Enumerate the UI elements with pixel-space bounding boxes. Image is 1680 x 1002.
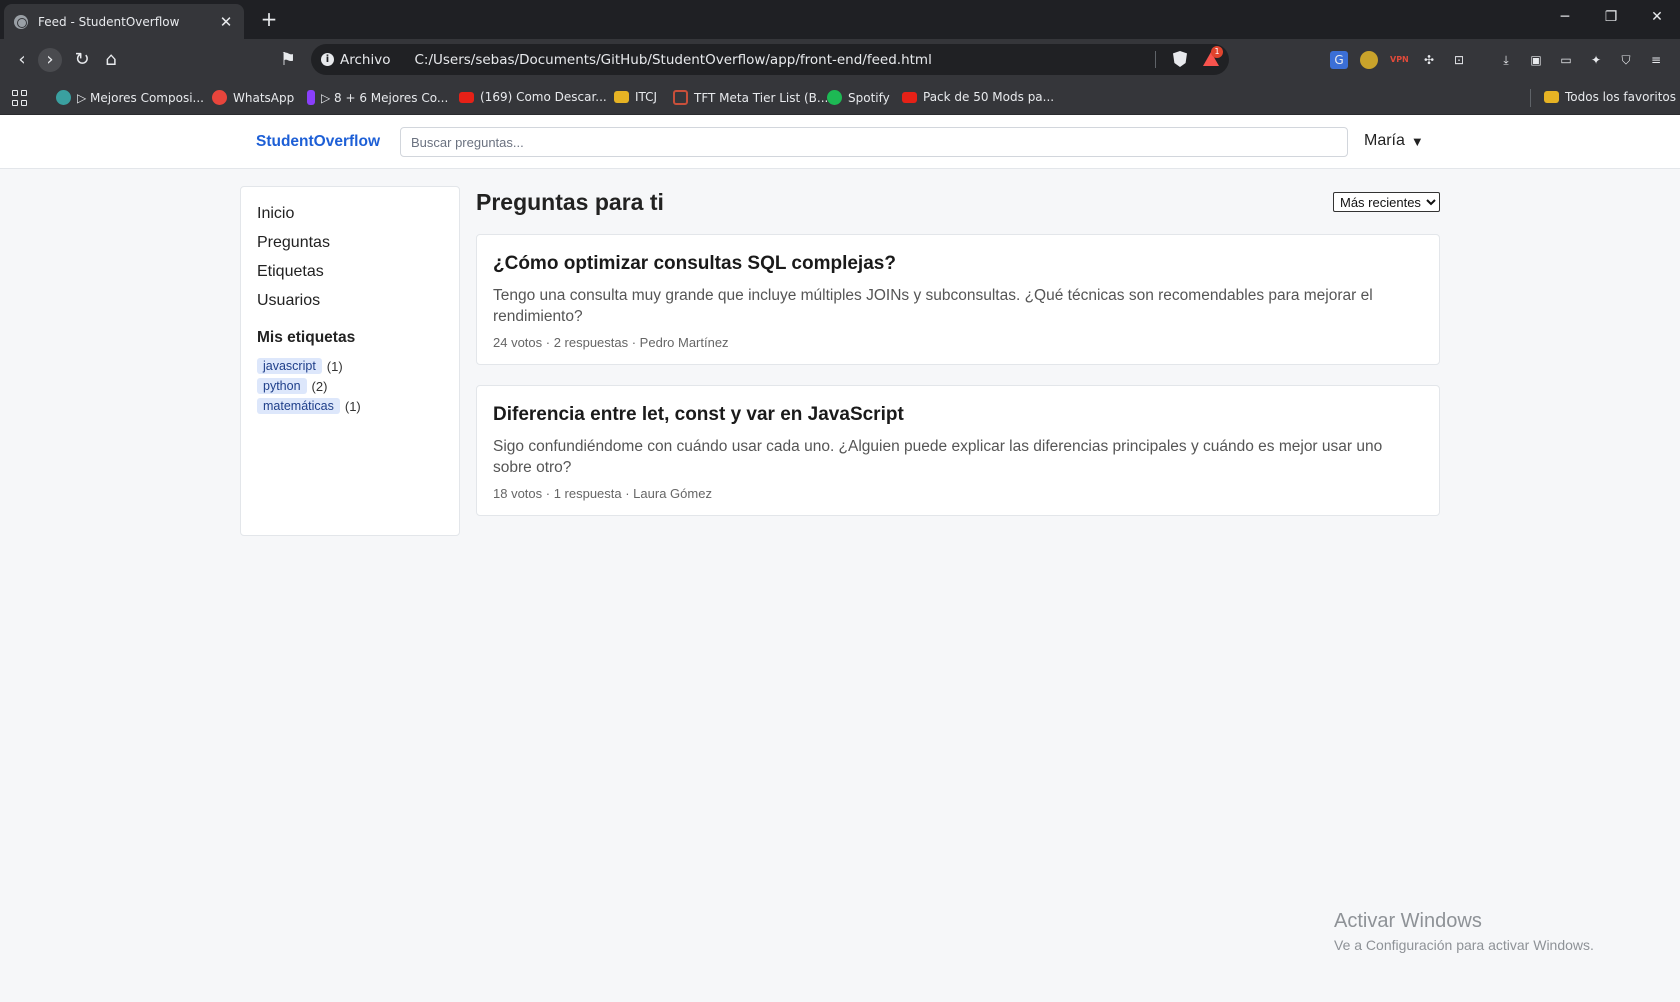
sidebar-icon[interactable]: ▣ [1527,51,1545,69]
shield-icon[interactable]: ⛉ [1617,51,1635,69]
browser-toolbar: ‹ › ↻ ⌂ ⚑ i Archivo C:/Users/sebas/Docum… [0,39,1680,81]
tag-count: (1) [326,358,343,374]
menu-icon[interactable]: ≡ [1647,51,1665,69]
brave-shields-icon[interactable] [1173,51,1187,67]
tag-count: (1) [344,398,361,414]
question-card[interactable]: ¿Cómo optimizar consultas SQL complejas?… [476,234,1440,365]
reload-icon[interactable]: ↻ [70,48,94,72]
back-icon[interactable]: ‹ [10,48,34,72]
my-tags-heading: Mis etiquetas [257,329,356,346]
bookmark-item[interactable]: WhatsApp [212,90,294,105]
app-header: StudentOverflow María ▼ [0,115,1680,169]
question-excerpt: Tengo una consulta muy grande que incluy… [493,287,1373,325]
feed-main: Preguntas para ti Más recientes ¿Cómo op… [476,186,1440,516]
close-window-icon[interactable]: ✕ [1647,9,1667,25]
all-bookmarks-folder[interactable]: Todos los favoritos [1544,90,1676,104]
question-title[interactable]: ¿Cómo optimizar consultas SQL complejas? [493,253,1423,275]
wallet-icon[interactable]: ▭ [1557,51,1575,69]
bookmark-folder[interactable]: ITCJ [614,90,657,104]
tag-chip[interactable]: javascript [257,358,322,374]
apps-grid-icon[interactable] [12,90,28,106]
sidebar-link-usuarios[interactable]: Usuarios [257,291,443,320]
question-card[interactable]: Diferencia entre let, const y var en Jav… [476,385,1440,516]
sort-select[interactable]: Más recientes [1333,192,1440,212]
bookmark-item[interactable]: TFT Meta Tier List (B... [673,90,828,105]
question-meta: 24 votos · 2 respuestas · Pedro Martínez [493,335,729,350]
new-tab-button[interactable]: + [257,8,281,30]
tag-row: matemáticas (1) [257,396,443,416]
globe-icon [14,14,28,29]
close-tab-icon[interactable]: ✕ [218,13,234,31]
info-icon[interactable]: i [321,53,334,66]
question-excerpt: Sigo confundiéndome con cuándo usar cada… [493,438,1383,476]
browser-tab[interactable]: Feed - StudentOverflow ✕ [4,4,244,39]
download-icon[interactable]: ⤓ [1497,51,1515,69]
tag-count: (2) [311,378,328,394]
tag-chip[interactable]: matemáticas [257,398,340,414]
forward-icon[interactable]: › [38,48,62,72]
sidebar-link-inicio[interactable]: Inicio [257,204,443,233]
bookmark-item[interactable]: ▷ 8 + 6 Mejores Co... [307,90,448,105]
address-scheme: Archivo [340,51,391,68]
bookmarks-bar: ▷ Mejores Composi... WhatsApp ▷ 8 + 6 Me… [0,81,1680,115]
question-title[interactable]: Diferencia entre let, const y var en Jav… [493,404,1423,426]
page-viewport: StudentOverflow María ▼ Inicio Preguntas… [0,115,1680,1002]
restore-icon[interactable]: ❐ [1601,9,1621,25]
address-bar[interactable]: i Archivo C:/Users/sebas/Documents/GitHu… [311,44,1229,75]
puzzle-icon[interactable]: ✣ [1420,51,1438,69]
home-icon[interactable]: ⌂ [99,48,123,72]
user-name: María [1364,132,1405,149]
bookmark-item[interactable]: (169) Como Descar... [459,90,607,104]
address-divider [1155,51,1156,68]
screenshot-icon[interactable]: ⊡ [1450,51,1468,69]
translate-icon[interactable]: G [1330,51,1348,69]
search-input[interactable] [400,127,1348,157]
watermark-title: Activar Windows [1334,910,1482,932]
tag-row: python (2) [257,376,443,396]
rewards-badge: 1 [1211,46,1223,58]
watermark-subtitle: Ve a Configuración para activar Windows. [1334,937,1594,953]
bookmark-item[interactable]: ▷ Mejores Composi... [56,90,204,105]
tab-title: Feed - StudentOverflow [38,14,180,29]
bookmark-item[interactable]: Pack de 50 Mods pa... [902,90,1054,104]
sidebar-link-etiquetas[interactable]: Etiquetas [257,262,443,291]
bookmarks-divider [1530,89,1531,107]
minimize-icon[interactable]: ─ [1555,9,1575,25]
sidebar-link-preguntas[interactable]: Preguntas [257,233,443,262]
page-title: Preguntas para ti [476,189,664,215]
caret-down-icon: ▼ [1410,133,1424,149]
leo-ai-icon[interactable]: ✦ [1587,51,1605,69]
tag-chip[interactable]: python [257,378,307,394]
sidebar: Inicio Preguntas Etiquetas Usuarios Mis … [240,186,460,536]
windows-activation-watermark: Activar Windows Ve a Configuración para … [1334,910,1594,953]
bookmark-icon[interactable]: ⚑ [276,48,300,72]
browser-tabstrip: Feed - StudentOverflow ✕ + ─ ❐ ✕ [0,0,1680,39]
address-url[interactable]: C:/Users/sebas/Documents/GitHub/StudentO… [414,52,931,68]
question-meta: 18 votos · 1 respuesta · Laura Gómez [493,486,712,501]
bookmark-item[interactable]: Spotify [827,90,890,105]
tag-row: javascript (1) [257,356,443,376]
vpn-icon[interactable]: VPN [1390,51,1409,69]
extension-icon[interactable] [1360,51,1378,69]
user-menu[interactable]: María ▼ [1364,132,1424,150]
brand-logo[interactable]: StudentOverflow [256,133,380,151]
